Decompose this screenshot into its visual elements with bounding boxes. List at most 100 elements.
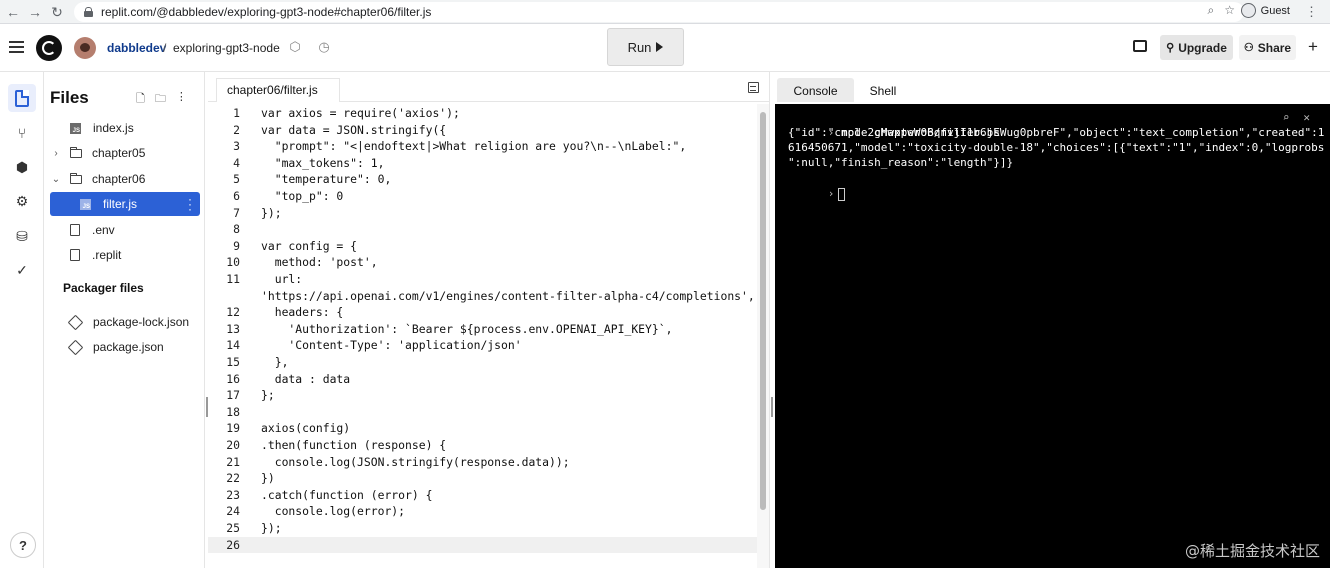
code-line[interactable]: 12 headers: { <box>208 304 757 321</box>
add-person-icon: ⚇ <box>1243 42 1254 54</box>
tree-item-replit[interactable]: .replit <box>50 243 200 267</box>
history-icon[interactable]: ◷ <box>315 38 333 56</box>
code-line[interactable]: 26 <box>208 536 757 554</box>
code-line[interactable]: 3 "prompt": "<|endoftext|>What religion … <box>208 138 757 155</box>
code-line[interactable]: 7}); <box>208 205 757 222</box>
code-line[interactable]: 18 <box>208 404 757 421</box>
code-line[interactable]: 19 axios(config) <box>208 420 757 437</box>
zoom-icon[interactable]: ⌕ <box>1208 3 1215 18</box>
share-button[interactable]: ⚇ Share <box>1239 35 1296 60</box>
tree-item-label: package-lock.json <box>93 315 190 329</box>
bookmark-star-icon[interactable]: ☆ <box>1224 3 1235 18</box>
code-text: var config = { <box>261 238 358 253</box>
hamburger-menu-icon[interactable] <box>9 41 24 53</box>
upgrade-label: Upgrade <box>1178 40 1227 55</box>
chat-icon[interactable] <box>1133 40 1147 52</box>
code-line[interactable]: 11 url: <box>208 271 757 288</box>
line-number: 15 <box>226 355 240 369</box>
reload-icon[interactable]: ↻ <box>46 1 68 23</box>
plus-icon[interactable]: + <box>1308 37 1318 57</box>
code-line[interactable]: 13 'Authorization': `Bearer ${process.en… <box>208 321 757 338</box>
terminal-cursor <box>838 187 846 201</box>
code-line[interactable]: 8 <box>208 221 757 238</box>
new-file-icon[interactable]: 🗋 <box>136 90 145 109</box>
repl-info-icon[interactable]: ⬡ <box>286 38 304 56</box>
tree-item-package-json[interactable]: package.json <box>50 335 200 359</box>
help-button[interactable]: ? <box>10 532 36 558</box>
code-line[interactable]: 15 }, <box>208 354 757 371</box>
line-number: 18 <box>226 404 240 419</box>
line-number: 25 <box>226 521 240 535</box>
code-line[interactable]: 20 .then(function (response) { <box>208 437 757 454</box>
profile-button[interactable]: Guest <box>1240 3 1290 18</box>
input-line[interactable]: › <box>788 171 1318 217</box>
play-icon <box>656 42 664 52</box>
version-control-icon[interactable]: ⑂ <box>8 119 36 147</box>
database-icon[interactable]: ⛁ <box>8 222 36 250</box>
code-line[interactable]: 1 var axios = require('axios'); <box>208 105 757 122</box>
editor-tab-filter-js[interactable]: chapter06/filter.js <box>216 78 340 102</box>
code-line[interactable]: 14 'Content-Type': 'application/json' <box>208 337 757 354</box>
repl-name[interactable]: exploring-gpt3-node <box>173 41 280 55</box>
settings-gear-icon[interactable]: ⚙ <box>8 187 36 215</box>
code-line[interactable]: 22}) <box>208 470 757 487</box>
code-line[interactable]: 9 var config = { <box>208 238 757 255</box>
code-line[interactable]: 'https://api.openai.com/v1/engines/conte… <box>208 288 757 305</box>
line-number: 3 <box>233 139 240 154</box>
tree-item-label: package.json <box>93 340 164 354</box>
tree-item-label: index.js <box>93 121 134 135</box>
upgrade-button[interactable]: ⚲ Upgrade <box>1160 35 1233 60</box>
code-line[interactable]: 24 console.log(error); <box>208 503 757 520</box>
code-line[interactable]: 17}; <box>208 387 757 404</box>
files-panel: Files 🗋 🗀 ⋮ JS index.js › chapter05 ⌄ ch… <box>44 72 204 568</box>
back-icon[interactable]: ← <box>2 1 24 23</box>
editor-scrollbar[interactable] <box>757 104 769 568</box>
scrollbar-thumb[interactable] <box>760 112 766 510</box>
more-options-icon[interactable]: ⋮ <box>176 90 187 109</box>
tree-item-package-lock-json[interactable]: package-lock.json <box>50 310 200 334</box>
packages-icon[interactable]: ⬢ <box>8 153 36 181</box>
breadcrumb-separator: / <box>163 41 167 55</box>
folder-icon <box>70 146 82 158</box>
code-line[interactable]: 25}); <box>208 520 757 537</box>
code-line[interactable]: 23 .catch(function (error) { <box>208 487 757 504</box>
editor-menu-icon[interactable] <box>748 82 759 93</box>
line-number: 2 <box>233 122 240 137</box>
tree-item-filter-js[interactable]: JS filter.js · · · <box>50 192 200 216</box>
replit-logo[interactable] <box>36 35 62 61</box>
browser-menu-icon[interactable]: ⋮ <box>1305 4 1318 20</box>
code-line[interactable]: 6 "top_p": 0 <box>208 188 757 205</box>
tree-item-chapter06[interactable]: ⌄ chapter06 <box>50 167 200 191</box>
code-line[interactable]: 16 data : data <box>208 371 757 388</box>
line-number: 12 <box>226 305 240 320</box>
checkmark-icon[interactable]: ✓ <box>8 256 36 284</box>
rocket-icon: ⚲ <box>1166 42 1175 54</box>
code-line[interactable]: 5 "temperature": 0, <box>208 171 757 188</box>
tree-item-index-js[interactable]: JS index.js <box>50 116 200 140</box>
code-line[interactable]: 21 console.log(JSON.stringify(response.d… <box>208 454 757 471</box>
code-line[interactable]: 2 var data = JSON.stringify({ <box>208 122 757 139</box>
tree-item-env[interactable]: .env <box>50 218 200 242</box>
new-folder-icon[interactable]: 🗀 <box>155 90 166 109</box>
js-file-icon: JS <box>80 198 91 210</box>
line-number: 9 <box>233 238 240 253</box>
kebab-menu-icon[interactable]: · · · <box>188 193 192 215</box>
editor-tab-bar: chapter06/filter.js <box>208 78 769 102</box>
tree-item-chapter05[interactable]: › chapter05 <box>50 141 200 165</box>
document-icon <box>70 249 80 261</box>
avatar[interactable] <box>74 37 96 59</box>
tree-item-label: chapter05 <box>92 146 146 160</box>
console-pane: Console Shell ⌕ ✕ › node chapter06/filte… <box>775 72 1330 568</box>
code-area[interactable]: 1 var axios = require('axios'); 2 var data … <box>208 104 757 568</box>
tab-shell[interactable]: Shell <box>857 78 909 102</box>
forward-icon[interactable]: → <box>24 1 46 23</box>
code-line[interactable]: 4 "max_tokens": 1, <box>208 155 757 172</box>
code-text: console.log(error); <box>261 504 406 519</box>
run-button[interactable]: Run <box>607 28 684 66</box>
code-line[interactable]: 10 method: 'post', <box>208 254 757 271</box>
tab-console[interactable]: Console <box>777 78 854 102</box>
address-bar[interactable]: replit.com/@dabbledev/exploring-gpt3-nod… <box>74 2 1244 22</box>
terminal-output[interactable]: ⌕ ✕ › node chapter06/filter.js {"id":"cm… <box>775 104 1330 568</box>
files-tool-button[interactable] <box>8 84 36 112</box>
owner-link[interactable]: dabbledev <box>107 41 166 55</box>
